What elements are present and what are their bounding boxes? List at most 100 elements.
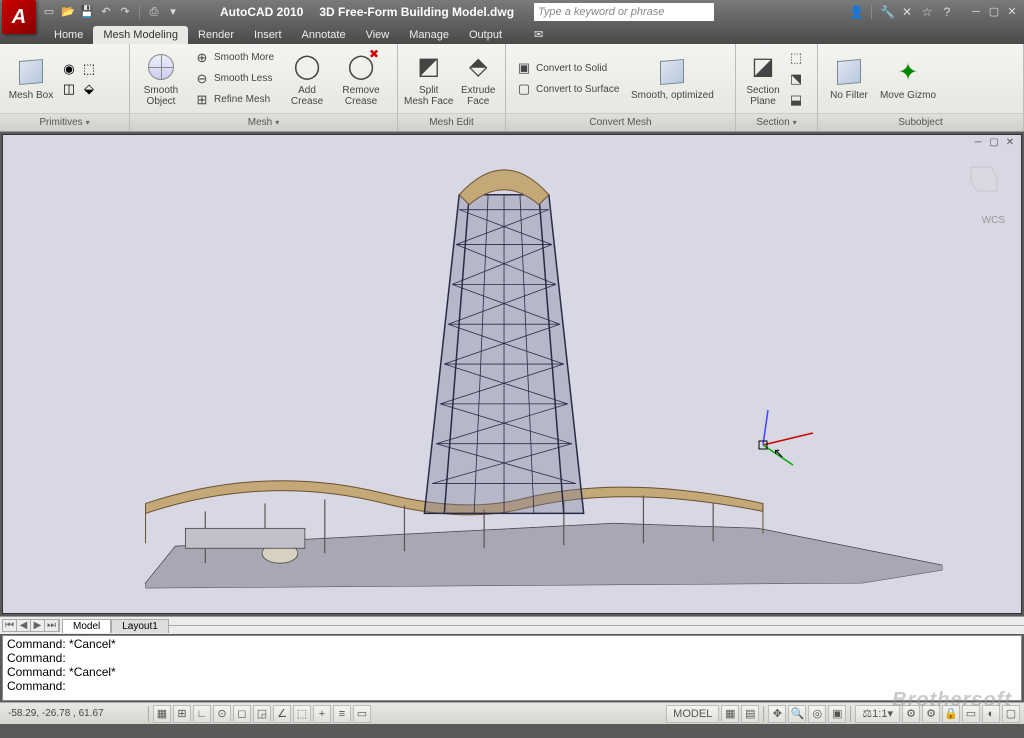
panel-primitives: Mesh Box ◉ ⬚ ◫ ⬙ Primitives bbox=[0, 44, 130, 131]
no-filter-icon bbox=[837, 59, 861, 85]
panel-title-mesh-edit: Mesh Edit bbox=[398, 113, 505, 131]
primitive-icons: ◉ ⬚ ◫ ⬙ bbox=[60, 60, 98, 98]
move-gizmo-button[interactable]: ✦ Move Gizmo bbox=[878, 48, 938, 110]
cursor-arrow-icon: ↖ bbox=[773, 445, 785, 462]
panel-mesh-edit: ◩ Split Mesh Face ⬘ Extrude Face Mesh Ed… bbox=[398, 44, 506, 131]
panel-convert-mesh: ▣Convert to Solid ▢Convert to Surface Sm… bbox=[506, 44, 736, 131]
smooth-less-button[interactable]: ⊖Smooth Less bbox=[190, 69, 278, 89]
model-space-button[interactable]: MODEL bbox=[666, 705, 719, 723]
panel-title-mesh[interactable]: Mesh bbox=[130, 113, 397, 131]
viewport[interactable]: ─ ▢ ✕ WCS bbox=[2, 134, 1022, 614]
quickview-drawings-icon[interactable]: ▤ bbox=[741, 705, 759, 723]
ruled-surface-icon[interactable]: ⬚ bbox=[80, 60, 98, 78]
ducs-icon[interactable]: ⬚ bbox=[293, 705, 311, 723]
model-tab[interactable]: Model bbox=[62, 619, 111, 633]
lwt-icon[interactable]: ≡ bbox=[333, 705, 351, 723]
zoom-icon[interactable]: 🔍 bbox=[788, 705, 806, 723]
help-icon[interactable]: ? bbox=[940, 5, 954, 19]
tab-annotate[interactable]: Annotate bbox=[292, 26, 356, 44]
layout1-tab[interactable]: Layout1 bbox=[111, 619, 169, 633]
minimize-icon[interactable]: ─ bbox=[968, 5, 984, 19]
close-icon[interactable]: ✕ bbox=[1004, 5, 1020, 19]
ortho-icon[interactable]: ∟ bbox=[193, 705, 211, 723]
app-logo[interactable]: A bbox=[2, 0, 36, 34]
building-model[interactable] bbox=[3, 135, 1021, 613]
first-tab-icon[interactable]: ⏮ bbox=[3, 620, 17, 631]
tab-view[interactable]: View bbox=[356, 26, 400, 44]
remove-crease-button[interactable]: ◯✖ Remove Crease bbox=[336, 48, 386, 110]
tabulated-surface-icon[interactable]: ⬙ bbox=[80, 80, 98, 98]
section-plane-icon: ◪ bbox=[747, 51, 779, 83]
tab-insert[interactable]: Insert bbox=[244, 26, 292, 44]
qp-icon[interactable]: ▭ bbox=[353, 705, 371, 723]
live-section-icon[interactable]: ⬚ bbox=[788, 48, 804, 68]
tab-render[interactable]: Render bbox=[188, 26, 244, 44]
panel-title-section[interactable]: Section bbox=[736, 113, 817, 131]
mesh-box-button[interactable]: Mesh Box bbox=[6, 48, 56, 110]
section-plane-button[interactable]: ◪ Section Plane bbox=[742, 48, 784, 110]
infocenter-icon[interactable]: 👤 bbox=[849, 5, 863, 19]
tab-output[interactable]: Output bbox=[459, 26, 512, 44]
to-solid-icon: ▣ bbox=[516, 60, 532, 76]
panel-title-convert: Convert Mesh bbox=[506, 113, 735, 131]
new-icon[interactable]: ▭ bbox=[42, 5, 56, 19]
smooth-optimized-button[interactable]: Smooth, optimized bbox=[627, 48, 717, 110]
grid-icon[interactable]: ⊞ bbox=[173, 705, 191, 723]
extrude-face-icon: ⬘ bbox=[462, 51, 494, 83]
convert-to-solid-button[interactable]: ▣Convert to Solid bbox=[512, 58, 623, 78]
quickview-layouts-icon[interactable]: ▦ bbox=[721, 705, 739, 723]
revolve-surface-icon[interactable]: ◉ bbox=[60, 60, 78, 78]
cmd-line: Command: *Cancel* bbox=[7, 637, 1017, 651]
split-mesh-face-button[interactable]: ◩ Split Mesh Face bbox=[404, 48, 453, 110]
smooth-opt-icon bbox=[660, 59, 684, 85]
3dosnap-icon[interactable]: ◲ bbox=[253, 705, 271, 723]
smooth-more-icon: ⊕ bbox=[194, 50, 210, 66]
refine-mesh-button[interactable]: ⊞Refine Mesh bbox=[190, 90, 278, 110]
steeringwheel-icon[interactable]: ◎ bbox=[808, 705, 826, 723]
undo-icon[interactable]: ↶ bbox=[99, 5, 113, 19]
key-icon[interactable]: 🔧 bbox=[880, 5, 894, 19]
redo-icon[interactable]: ↷ bbox=[118, 5, 132, 19]
showmotion-icon[interactable]: ▣ bbox=[828, 705, 846, 723]
command-window[interactable]: Command: *Cancel* Command: Command: *Can… bbox=[2, 635, 1022, 701]
dyn-icon[interactable]: + bbox=[313, 705, 331, 723]
watermark: Brothersoft bbox=[892, 689, 1012, 712]
remove-crease-icon: ◯✖ bbox=[345, 51, 377, 83]
osnap-icon[interactable]: ◻ bbox=[233, 705, 251, 723]
mail-icon[interactable]: ✉ bbox=[524, 25, 553, 44]
section-plane-label: Section Plane bbox=[746, 85, 779, 107]
smooth-more-button[interactable]: ⊕Smooth More bbox=[190, 48, 278, 68]
tab-home[interactable]: Home bbox=[44, 26, 93, 44]
no-filter-button[interactable]: No Filter bbox=[824, 48, 874, 110]
search-input[interactable]: Type a keyword or phrase bbox=[534, 3, 714, 21]
qat-drop-icon[interactable]: ▾ bbox=[166, 5, 180, 19]
prev-tab-icon[interactable]: ◀ bbox=[17, 620, 31, 631]
next-tab-icon[interactable]: ▶ bbox=[31, 620, 45, 631]
generate-section-icon[interactable]: ⬓ bbox=[788, 90, 804, 110]
titlebar: A ▭ 📂 💾 ↶ ↷ ⎙ ▾ AutoCAD 2010 3D Free-For… bbox=[0, 0, 1024, 24]
print-icon[interactable]: ⎙ bbox=[147, 5, 161, 19]
polar-icon[interactable]: ⊙ bbox=[213, 705, 231, 723]
favorite-icon[interactable]: ☆ bbox=[920, 5, 934, 19]
save-icon[interactable]: 💾 bbox=[80, 5, 94, 19]
add-crease-button[interactable]: ◯ Add Crease bbox=[282, 48, 332, 110]
tab-manage[interactable]: Manage bbox=[399, 26, 459, 44]
maximize-icon[interactable]: ▢ bbox=[986, 5, 1002, 19]
tab-mesh-modeling[interactable]: Mesh Modeling bbox=[93, 26, 188, 44]
sign-in-icon[interactable]: ✕ bbox=[900, 5, 914, 19]
edge-surface-icon[interactable]: ◫ bbox=[60, 80, 78, 98]
open-icon[interactable]: 📂 bbox=[61, 5, 75, 19]
snap-icon[interactable]: ▦ bbox=[153, 705, 171, 723]
extrude-face-button[interactable]: ⬘ Extrude Face bbox=[457, 48, 499, 110]
pan-icon[interactable]: ✥ bbox=[768, 705, 786, 723]
cmd-line: Command: bbox=[7, 651, 1017, 665]
otrack-icon[interactable]: ∠ bbox=[273, 705, 291, 723]
to-surface-icon: ▢ bbox=[516, 81, 532, 97]
layout-tabs: ⏮ ◀ ▶ ⏭ Model Layout1 bbox=[0, 616, 1024, 634]
smooth-object-label: Smooth Object bbox=[144, 85, 178, 107]
last-tab-icon[interactable]: ⏭ bbox=[45, 620, 59, 631]
smooth-object-button[interactable]: Smooth Object bbox=[136, 48, 186, 110]
panel-title-primitives[interactable]: Primitives bbox=[0, 113, 129, 131]
section-jog-icon[interactable]: ⬔ bbox=[788, 69, 804, 89]
convert-to-surface-button[interactable]: ▢Convert to Surface bbox=[512, 79, 623, 99]
